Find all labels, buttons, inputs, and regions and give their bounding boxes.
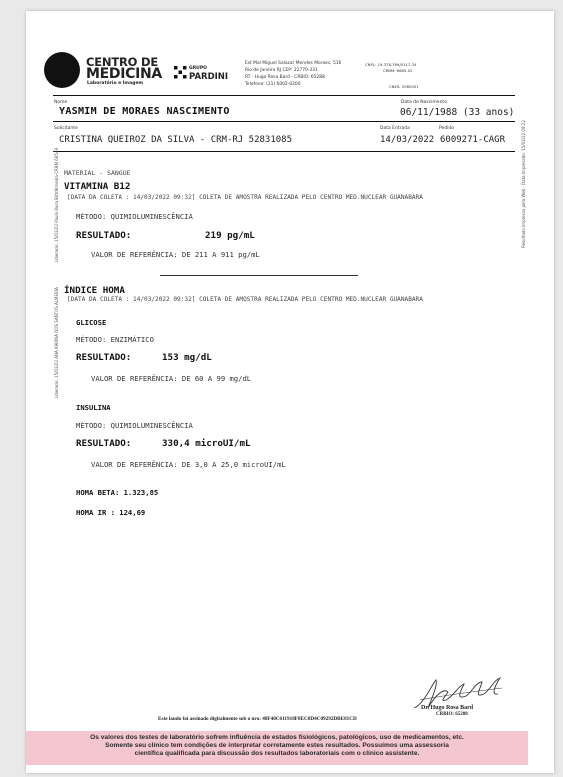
collection-note: [DATA DA COLETA : 14/03/2022 09:32] COLE… xyxy=(67,296,423,303)
digital-signature-note: Este laudo foi assinado digitalmente sob… xyxy=(158,716,357,722)
address-line: Est Mal Miguel Salazar Mendes Moraes, 51… xyxy=(245,61,342,66)
patient-divider xyxy=(53,151,515,152)
requester: CRISTINA QUEIROZ DA SILVA - CRM-RJ 52831… xyxy=(59,135,292,145)
order-label: Pedido xyxy=(439,126,455,131)
order-number: 6009271-CAGR xyxy=(440,135,506,145)
name-label: Nome xyxy=(54,100,68,105)
homa-ir: HOMA IR : 124,69 xyxy=(76,508,146,517)
homa-title: ÍNDICE HOMA xyxy=(64,285,125,296)
glicose-method: MÉTODO: ENZIMÁTICO xyxy=(76,335,154,344)
disclaimer-box: Os valores dos testes de laboratório sof… xyxy=(26,731,528,765)
collection-note: [DATA DA COLETA : 14/03/2022 09:32] COLE… xyxy=(67,194,423,201)
crbm: CRBM: 6665-02 xyxy=(383,68,413,73)
entry-date-label: Data Entrada xyxy=(380,126,410,131)
release-note-vitamin: Liberado: 15/03/22 Paulo Rosa Bitt/Almei… xyxy=(54,147,59,262)
patient-name: YASMIM DE MORAES NASCIMENTO xyxy=(59,106,230,117)
homa-beta: HOMA BETA: 1.323,85 xyxy=(76,488,159,497)
signer-crbio: CRBIO: 65288 xyxy=(436,712,468,717)
patient-divider xyxy=(53,121,515,122)
pardini-line2: PARDINI xyxy=(189,72,229,82)
insulina-result-label: RESULTADO: xyxy=(76,438,132,449)
insulina-title: INSULINA xyxy=(76,403,111,412)
disclaimer-line: Os valores dos testes de laboratório sof… xyxy=(90,734,464,741)
disclaimer-line: Somente seu clínico tem condições de int… xyxy=(105,742,449,750)
logo-line3: Laboratório e Imagem xyxy=(87,81,144,86)
print-note: Resultado impresso pela Web - Data Impre… xyxy=(521,120,526,248)
vitamin-b12-result-value: 219 pg/mL xyxy=(205,230,255,241)
address-line: Telefone: (21) 6002-0200 xyxy=(245,82,301,87)
vitamin-b12-title: VITAMINA B12 xyxy=(64,181,131,192)
vitamin-b12-reference: VALOR DE REFERÊNCIA: DE 211 A 911 pg/mL xyxy=(91,250,260,259)
insulina-method: MÉTODO: QUIMIOLUMINESCÊNCIA xyxy=(76,421,193,430)
vitamin-b12-method: MÉTODO: QUIMIOLUMINESCÊNCIA xyxy=(76,212,193,221)
pardini-line1: GRUPO xyxy=(189,66,207,71)
address-line: RT - Hugo Rosa Bard - CRBIO: 65288 xyxy=(245,75,325,80)
centro-de-medicina-logo-icon xyxy=(44,52,80,88)
cnpj: CNPJ.: 19.378.769/0117-34 xyxy=(365,62,417,67)
requester-label: Solicitante xyxy=(54,126,78,131)
section-divider xyxy=(160,275,358,276)
address-line: Rio de Janeiro RJ CEP: 22770-331 xyxy=(245,68,318,73)
glicose-reference: VALOR DE REFERÊNCIA: DE 60 A 99 mg/dL xyxy=(91,374,252,383)
dob-label: Data de Nascimento xyxy=(401,100,447,105)
release-note-homa: Liberado: 15/03/22 ANA KARINA DOS SANTOS… xyxy=(54,287,59,398)
pardini-logo-icon xyxy=(174,66,187,79)
entry-date: 14/03/2022 xyxy=(380,135,435,145)
signer-name: Dr. Hugo Rosa Bard xyxy=(421,705,474,711)
disclaimer-line: científica qualificada para discussão do… xyxy=(134,750,420,758)
patient-dob: 06/11/1988 (33 anos) xyxy=(400,107,515,118)
report-page xyxy=(26,11,554,773)
cnes: CNES: 5560051 xyxy=(389,84,419,89)
glicose-result-label: RESULTADO: xyxy=(76,352,132,363)
material-label: MATERIAL - SANGUE xyxy=(64,169,131,177)
glicose-result-value: 153 mg/dL xyxy=(162,352,212,363)
vitamin-b12-result-label: RESULTADO: xyxy=(76,230,132,241)
insulina-result-value: 330,4 microUI/mL xyxy=(162,438,251,449)
logo-line2: MEDICINA xyxy=(86,66,162,82)
header-divider xyxy=(53,95,515,96)
insulina-reference: VALOR DE REFERÊNCIA: DE 3,0 A 25,0 micro… xyxy=(91,460,286,469)
glicose-title: GLICOSE xyxy=(76,318,107,327)
